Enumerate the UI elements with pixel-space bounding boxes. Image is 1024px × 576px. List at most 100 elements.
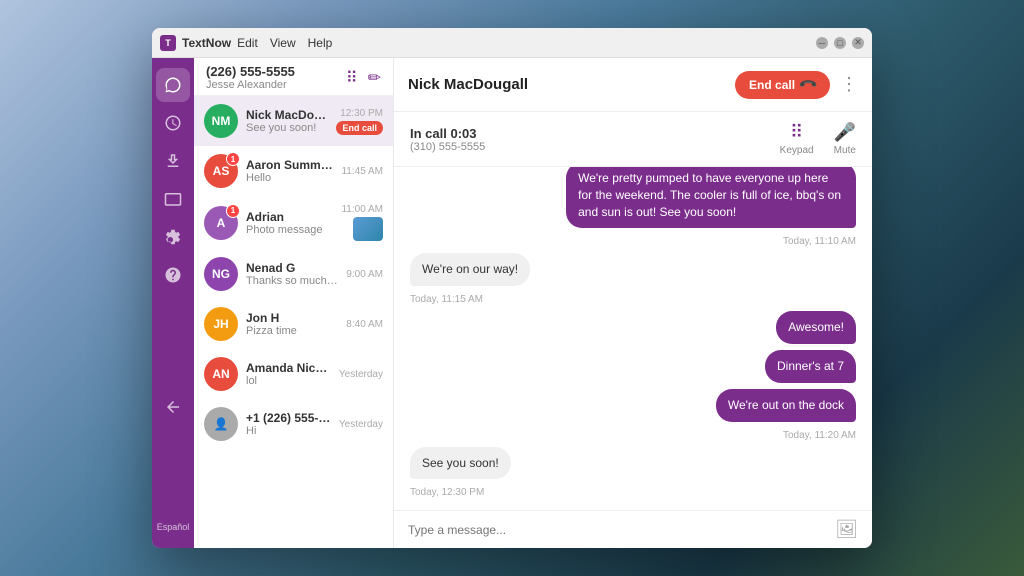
avatar: AN — [204, 357, 238, 391]
message-timestamp: Today, 12:30 PM — [410, 487, 856, 498]
contact-item[interactable]: A 1 Adrian Photo message 11:00 AM — [194, 196, 393, 249]
sidebar-icon-speed[interactable] — [156, 106, 190, 140]
contact-time: 11:45 AM — [341, 166, 383, 177]
close-button[interactable]: ✕ — [852, 37, 864, 49]
sidebar-icons: Español — [152, 58, 194, 548]
contact-list: (226) 555-5555 Jesse Alexander ⠿ ✏ NM Ni… — [194, 58, 394, 548]
call-actions: ⠿ Keypad 🎤 Mute — [780, 122, 856, 156]
message-bubble: See you soon! — [410, 447, 511, 480]
contact-time: Yesterday — [339, 419, 383, 430]
call-info-bar: In call 0:03 (310) 555-5555 ⠿ Keypad 🎤 M… — [394, 112, 872, 167]
mute-button[interactable]: 🎤 Mute — [834, 122, 856, 156]
contact-item[interactable]: AN Amanda Nicole lol Yesterday — [194, 349, 393, 399]
sidebar-icon-tablet[interactable] — [156, 182, 190, 216]
keypad-icon: ⠿ — [790, 122, 803, 143]
contact-info: Nick MacDougall See you soon! — [246, 108, 328, 134]
mute-label: Mute — [834, 145, 856, 156]
menu-help[interactable]: Help — [308, 36, 333, 50]
message-timestamp: Today, 11:15 AM — [410, 294, 856, 305]
compose-icon[interactable]: ✏ — [368, 68, 381, 88]
contact-item[interactable]: 👤 +1 (226) 555-1234 Hi Yesterday — [194, 399, 393, 449]
contact-item[interactable]: NG Nenad G Thanks so much! I hope you...… — [194, 249, 393, 299]
contact-name: Aaron Summers — [246, 158, 333, 172]
contact-item[interactable]: AS 1 Aaron Summers Hello 11:45 AM — [194, 146, 393, 196]
message-input[interactable] — [408, 523, 827, 537]
more-options-icon[interactable]: ⋮ — [840, 74, 858, 95]
sidebar-icon-back[interactable] — [156, 390, 190, 424]
contact-item[interactable]: NM Nick MacDougall See you soon! 12:30 P… — [194, 96, 393, 146]
app-name: TextNow — [182, 36, 231, 50]
end-call-badge: End call — [336, 121, 383, 135]
contact-meta: 8:40 AM — [346, 319, 383, 330]
chat-header: Nick MacDougall End call 📞 ⋮ — [394, 58, 872, 112]
maximize-button[interactable]: □ — [834, 37, 846, 49]
menu-bar: Edit View Help — [237, 36, 332, 50]
end-call-button[interactable]: End call 📞 — [735, 71, 830, 99]
contact-meta: Yesterday — [339, 419, 383, 430]
contact-name: Adrian — [246, 210, 333, 224]
contact-name: Nenad G — [246, 261, 338, 275]
contact-preview: See you soon! — [246, 122, 328, 134]
title-bar: T TextNow Edit View Help ─ □ ✕ — [152, 28, 872, 58]
contact-info: Adrian Photo message — [246, 210, 333, 236]
contact-info: Amanda Nicole lol — [246, 361, 331, 387]
chat-header-right: End call 📞 ⋮ — [735, 71, 858, 99]
minimize-button[interactable]: ─ — [816, 37, 828, 49]
message-row: Dinner's at 7 — [410, 350, 856, 383]
sidebar-icon-help[interactable] — [156, 258, 190, 292]
app-body: Español (226) 555-5555 Jesse Alexander ⠿… — [152, 58, 872, 548]
dialpad-icon[interactable]: ⠿ — [346, 68, 358, 88]
avatar: AS 1 — [204, 154, 238, 188]
avatar: JH — [204, 307, 238, 341]
sidebar-lang-label: Español — [157, 522, 190, 538]
contact-time: Yesterday — [339, 369, 383, 380]
unread-badge: 1 — [226, 204, 240, 218]
menu-edit[interactable]: Edit — [237, 36, 258, 50]
attach-icon[interactable]: 🖼 — [835, 519, 858, 540]
message-bubble: We're pretty pumped to have everyone up … — [566, 167, 856, 228]
contact-preview: Hello — [246, 172, 333, 184]
keypad-button[interactable]: ⠿ Keypad — [780, 122, 814, 156]
avatar: A 1 — [204, 206, 238, 240]
messages-container: Hey!We're pretty pumped to have everyone… — [394, 167, 872, 510]
message-bubble: We're on our way! — [410, 253, 530, 286]
avatar: 👤 — [204, 407, 238, 441]
contact-meta: 11:00 AM — [341, 204, 383, 241]
contact-time: 12:30 PM — [340, 108, 383, 119]
contact-preview: Pizza time — [246, 325, 338, 337]
contact-name: Nick MacDougall — [246, 108, 328, 122]
contact-preview: lol — [246, 375, 331, 387]
phone-icon: 📞 — [798, 74, 818, 94]
menu-view[interactable]: View — [270, 36, 296, 50]
chat-contact-name: Nick MacDougall — [408, 76, 528, 93]
mute-icon: 🎤 — [834, 122, 856, 143]
contact-time: 8:40 AM — [346, 319, 383, 330]
call-number: (310) 555-5555 — [410, 141, 485, 153]
header-icons: ⠿ ✏ — [346, 68, 381, 88]
contact-name: Jon H — [246, 311, 338, 325]
contact-preview: Thanks so much! I hope you... — [246, 275, 338, 287]
message-bubble: Dinner's at 7 — [765, 350, 856, 383]
contact-items: NM Nick MacDougall See you soon! 12:30 P… — [194, 96, 393, 548]
sidebar-icon-messages[interactable] — [156, 68, 190, 102]
contact-time: 11:00 AM — [341, 204, 383, 215]
sidebar-icon-download[interactable] — [156, 144, 190, 178]
message-row: We're on our way! — [410, 253, 856, 286]
contact-preview: Photo message — [246, 224, 333, 236]
contact-item[interactable]: JH Jon H Pizza time 8:40 AM — [194, 299, 393, 349]
avatar: NM — [204, 104, 238, 138]
message-row: Awesome! — [410, 311, 856, 344]
contact-meta: 11:45 AM — [341, 166, 383, 177]
message-bubble: We're out on the dock — [716, 389, 856, 422]
contact-info: Nenad G Thanks so much! I hope you... — [246, 261, 338, 287]
avatar: NG — [204, 257, 238, 291]
sidebar-icon-settings[interactable] — [156, 220, 190, 254]
contact-meta: Yesterday — [339, 369, 383, 380]
contact-info: Aaron Summers Hello — [246, 158, 333, 184]
contact-list-header: (226) 555-5555 Jesse Alexander ⠿ ✏ — [194, 58, 393, 96]
contact-info: Jon H Pizza time — [246, 311, 338, 337]
message-timestamp: Today, 11:10 AM — [410, 236, 856, 247]
app-window: T TextNow Edit View Help ─ □ ✕ — [152, 28, 872, 548]
contact-list-info: (226) 555-5555 Jesse Alexander — [206, 64, 295, 91]
input-bar: 🖼 — [394, 510, 872, 548]
